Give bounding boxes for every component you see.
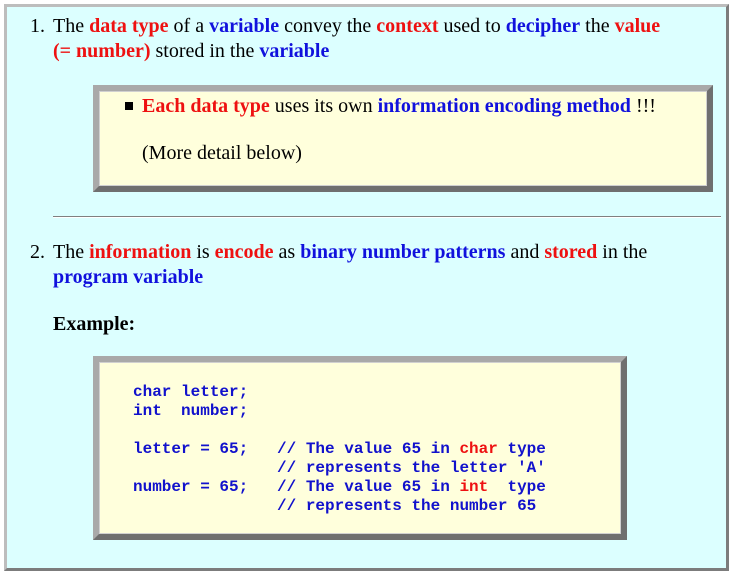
item1-line2: (= number) stored in the variable <box>53 39 329 64</box>
text-run: Each data type <box>142 95 270 117</box>
code-line: letter = 65; // The value 65 in char typ… <box>133 440 546 459</box>
text-run: and <box>505 241 545 263</box>
text-run: data type <box>89 15 169 37</box>
text-run: convey the <box>279 15 377 37</box>
text-run: information encoding method <box>377 95 631 117</box>
code-line: char letter; <box>133 383 546 402</box>
code-line: number = 65; // The value 65 in int type <box>133 478 546 497</box>
code-line: // represents the number 65 <box>133 497 546 516</box>
code-text: char letter; <box>133 383 249 401</box>
text-run: is <box>191 241 215 263</box>
code-line: int number; <box>133 402 546 421</box>
text-run: uses its own <box>269 95 378 117</box>
code-keyword: char <box>459 440 498 458</box>
code-text: letter = 65; // The value 65 in <box>133 440 460 458</box>
text-run: variable <box>209 15 280 37</box>
code-text: type <box>488 478 546 496</box>
code-text: // represents the letter 'A' <box>133 459 546 477</box>
code-keyword: int <box>459 478 489 496</box>
text-run: The <box>53 15 90 37</box>
item2-line2: program variable <box>53 265 203 290</box>
text-run: stored in the <box>150 40 260 62</box>
code-text: number = 65; // The value 65 in <box>133 478 460 496</box>
text-run: the <box>580 15 615 37</box>
list-number: 2. <box>30 241 45 263</box>
text-run: The <box>53 241 90 263</box>
text-run: !!! <box>630 95 656 117</box>
text-run: program variable <box>53 266 204 288</box>
text-run: encode <box>214 241 274 263</box>
text-run: decipher <box>505 15 581 37</box>
code-text: int number; <box>133 402 249 420</box>
note-more-detail: (More detail below) <box>142 142 302 164</box>
text-run: in the <box>597 241 648 263</box>
text-run: variable <box>259 40 330 62</box>
example-label: Example: <box>53 313 136 335</box>
text-run: information <box>89 241 192 263</box>
text-run: value <box>614 15 661 37</box>
text-run: stored <box>544 241 598 263</box>
text-run: (= number) <box>53 40 151 62</box>
note-bullet-line: Each data type uses its own information … <box>142 94 656 119</box>
text-run: used to <box>438 15 506 37</box>
divider <box>53 216 721 218</box>
code-line: // represents the letter 'A' <box>133 459 546 478</box>
text-run: as <box>273 241 301 263</box>
text-run: context <box>376 15 439 37</box>
bullet-icon <box>125 102 133 110</box>
text-run: of a <box>168 15 210 37</box>
list-number: 1. <box>30 15 45 37</box>
text-run: binary number patterns <box>300 241 506 263</box>
item1-line1: The data type of a variable convey the c… <box>53 14 660 39</box>
item2-line1: The information is encode as binary numb… <box>53 240 647 265</box>
code-text: type <box>497 440 546 458</box>
code-block: char letter; int number; letter = 65; // T… <box>133 383 546 516</box>
code-text: // represents the number 65 <box>133 497 537 515</box>
